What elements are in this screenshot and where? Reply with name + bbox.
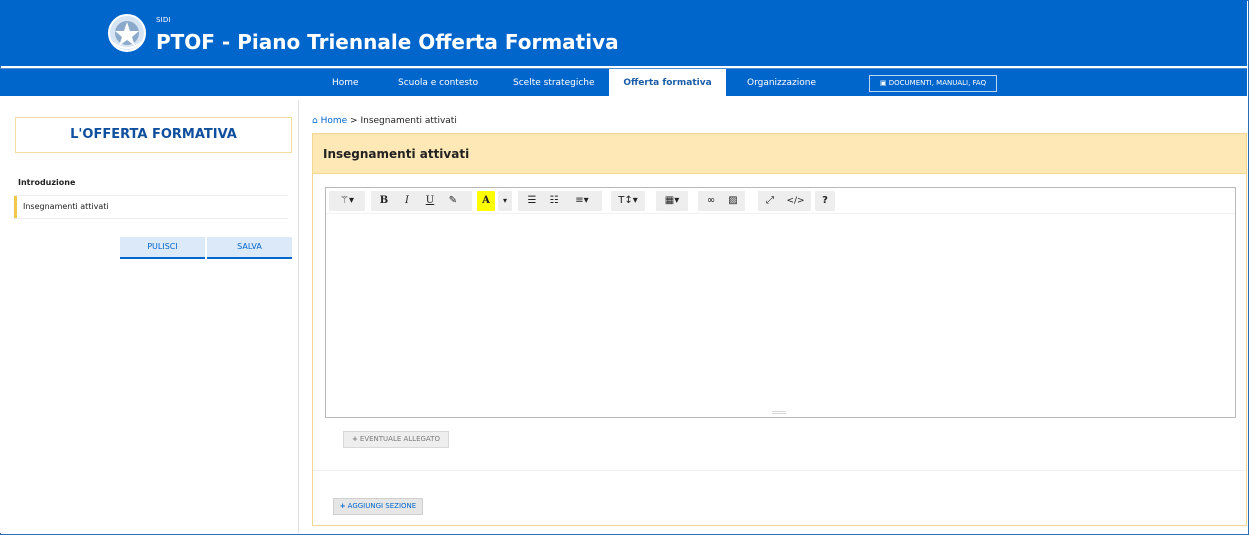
sidebar-title: L'OFFERTA FORMATIVA <box>15 117 292 153</box>
magic-wand-icon: ⚚ <box>340 195 349 206</box>
font-color-button[interactable]: A <box>477 191 495 211</box>
docs-label: DOCUMENTI, MANUALI, FAQ <box>888 79 987 87</box>
link-button[interactable]: ∞ <box>701 191 721 211</box>
text-height-icon: T↕ <box>618 195 633 206</box>
help-button[interactable]: ? <box>815 191 835 211</box>
plus-icon: + <box>339 502 346 510</box>
style-dropdown-button[interactable]: ⚚▾ <box>329 191 365 211</box>
sidebar-item-introduzione[interactable]: Introduzione <box>18 178 75 187</box>
align-icon: ≡ <box>575 195 584 206</box>
table-icon: ▦ <box>664 195 675 206</box>
bold-button[interactable]: B <box>374 191 394 211</box>
align-dropdown-button[interactable]: ≡▾ <box>566 191 598 211</box>
docs-manuals-faq-button[interactable]: ▣ DOCUMENTI, MANUALI, FAQ <box>869 75 997 92</box>
book-icon: ▣ <box>879 79 887 87</box>
dropdown-caret-icon: ▾ <box>583 195 589 206</box>
dropdown-caret-icon: ▾ <box>348 195 354 206</box>
nav-scelte-strategiche[interactable]: Scelte strategiche <box>513 69 595 97</box>
nav-scuola-e-contesto[interactable]: Scuola e contesto <box>398 69 478 97</box>
breadcrumb-home-label: Home <box>320 116 348 126</box>
app-header: SIDI PTOF - Piano Triennale Offerta Form… <box>0 0 1247 66</box>
breadcrumb-current: Insegnamenti attivati <box>360 116 457 126</box>
add-section-label: AGGIUNGI SEZIONE <box>347 502 417 510</box>
nav-organizzazione[interactable]: Organizzazione <box>747 69 816 97</box>
sidi-label: SIDI <box>156 16 171 24</box>
section-title: Insegnamenti attivati <box>313 134 1246 174</box>
dropdown-caret-icon: ▾ <box>674 195 680 206</box>
editor-resize-handle[interactable] <box>772 411 786 414</box>
dropdown-caret-icon: ▾ <box>632 195 638 206</box>
section-divider <box>313 470 1246 471</box>
sidebar-item-insegnamenti-attivati[interactable]: Insegnamenti attivati <box>14 196 288 218</box>
nav-home[interactable]: Home <box>332 69 359 97</box>
left-sidebar: L'OFFERTA FORMATIVA Introduzione Insegna… <box>10 100 299 533</box>
eraser-button[interactable]: ✎ <box>443 191 463 211</box>
italic-button[interactable]: I <box>397 191 417 211</box>
plus-icon: + <box>352 435 358 443</box>
breadcrumb: ⌂ Home > Insegnamenti attivati <box>312 116 457 126</box>
image-button[interactable]: ▨ <box>723 191 743 211</box>
editor-toolbar: ⚚▾ B I U ✎ A ▾ ☰ ☷ ≡▾ T↕▾ ▦▾ ∞ ▨ ⤢ </> ? <box>326 188 1235 214</box>
save-button[interactable]: SALVA <box>207 237 292 259</box>
unordered-list-button[interactable]: ☰ <box>522 191 542 211</box>
font-color-dropdown-icon[interactable]: ▾ <box>498 191 512 211</box>
code-view-button[interactable]: </> <box>782 191 809 211</box>
add-section-button[interactable]: + AGGIUNGI SEZIONE <box>333 498 423 515</box>
clear-button[interactable]: PULISCI <box>120 237 205 259</box>
attachment-button[interactable]: + EVENTUALE ALLEGATO <box>343 431 449 448</box>
rich-text-editor[interactable]: ⚚▾ B I U ✎ A ▾ ☰ ☷ ≡▾ T↕▾ ▦▾ ∞ ▨ ⤢ </> ? <box>325 187 1236 418</box>
nav-offerta-formativa[interactable]: Offerta formativa <box>609 69 726 97</box>
ordered-list-button[interactable]: ☷ <box>544 191 564 211</box>
app-title: PTOF - Piano Triennale Offerta Formativa <box>156 30 619 54</box>
underline-button[interactable]: U <box>420 191 440 211</box>
table-dropdown-button[interactable]: ▦▾ <box>656 191 688 211</box>
breadcrumb-separator: > <box>350 116 358 126</box>
section-panel: Insegnamenti attivati ⚚▾ B I U ✎ A ▾ ☰ ☷… <box>312 133 1247 526</box>
text-height-dropdown-button[interactable]: T↕▾ <box>611 191 645 211</box>
home-icon: ⌂ <box>312 116 318 126</box>
breadcrumb-home-link[interactable]: ⌂ Home <box>312 116 350 126</box>
top-navbar: Home Scuola e contesto Scelte strategich… <box>0 68 1247 97</box>
fullscreen-button[interactable]: ⤢ <box>760 191 780 211</box>
attachment-label: EVENTUALE ALLEGATO <box>359 435 440 443</box>
italy-emblem-icon <box>108 14 146 52</box>
